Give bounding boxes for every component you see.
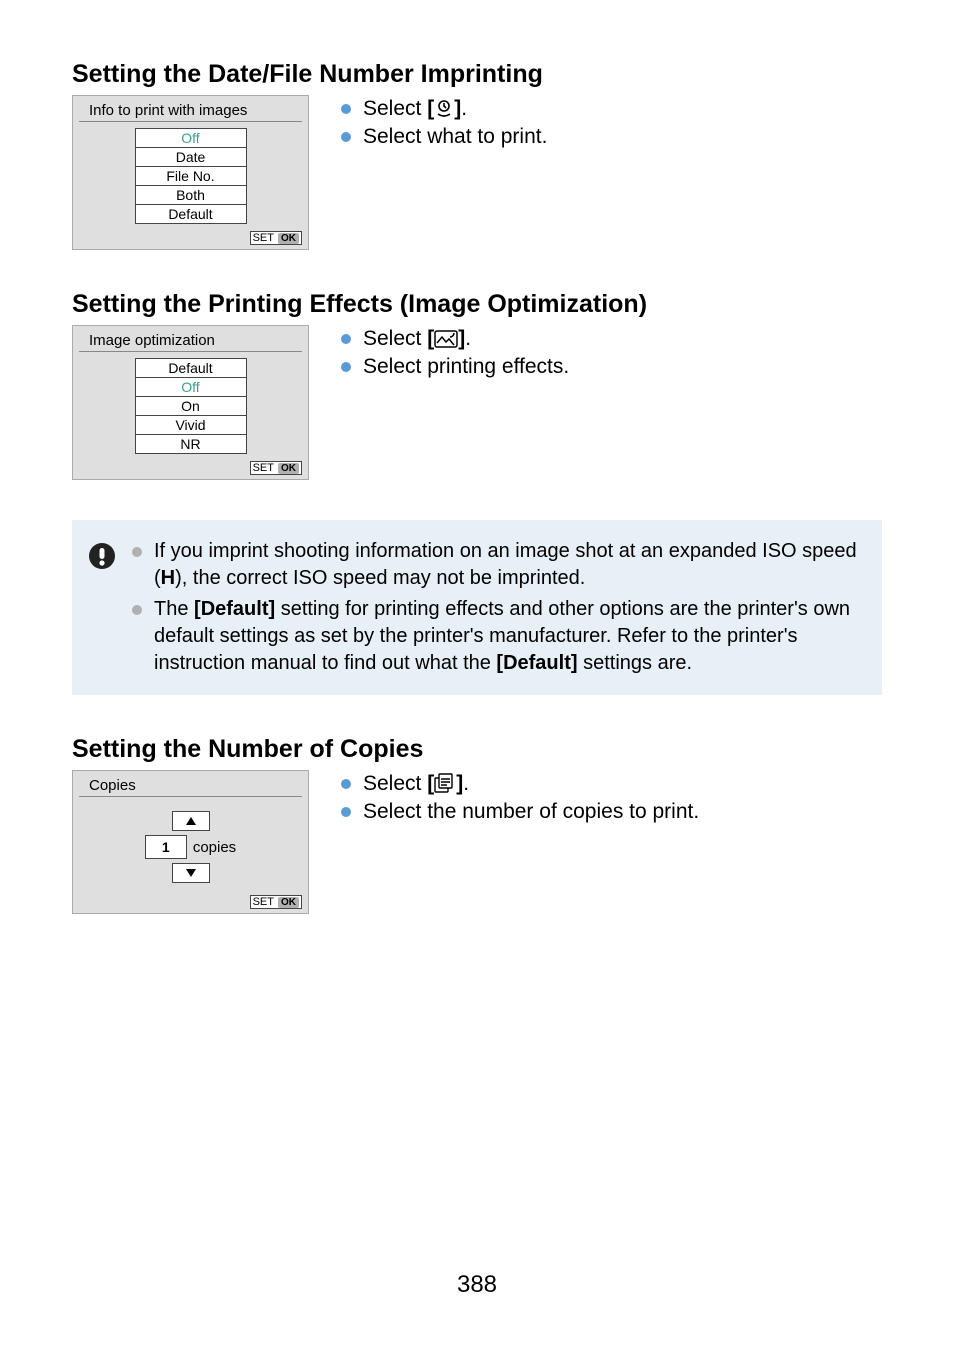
text: . bbox=[465, 327, 471, 350]
copies-value: 1 bbox=[145, 835, 187, 859]
section-title: Setting the Printing Effects (Image Opti… bbox=[72, 290, 882, 319]
caution-icon bbox=[88, 542, 116, 570]
section-date-file-number: Setting the Date/File Number Imprinting … bbox=[72, 60, 882, 250]
decrement-button[interactable] bbox=[172, 863, 210, 883]
bullet-icon bbox=[341, 132, 351, 142]
page-number: 388 bbox=[0, 1271, 954, 1299]
instruction-text: Select what to print. bbox=[363, 123, 882, 151]
bullet-icon bbox=[341, 779, 351, 789]
note-box: If you imprint shooting information on a… bbox=[72, 520, 882, 695]
triangle-down-icon bbox=[186, 869, 196, 877]
copies-value-row: 1 copies bbox=[145, 835, 236, 859]
section-printing-effects: Setting the Printing Effects (Image Opti… bbox=[72, 290, 882, 480]
note-text: The [Default] setting for printing effec… bbox=[154, 596, 858, 677]
instruction-line: Select what to print. bbox=[341, 123, 882, 151]
text: Select bbox=[363, 772, 427, 795]
menu-item-vivid[interactable]: Vivid bbox=[135, 415, 247, 435]
ok-label: OK bbox=[278, 463, 299, 474]
text: ), the correct ISO speed may not be impr… bbox=[175, 567, 585, 589]
copies-icon bbox=[434, 773, 456, 793]
menu-item-default[interactable]: Default bbox=[135, 358, 247, 378]
text: . bbox=[461, 97, 467, 120]
section-number-of-copies: Setting the Number of Copies Copies 1 co… bbox=[72, 735, 882, 914]
section-row: Copies 1 copies SET OK bbox=[72, 770, 882, 914]
menu-footer: SET OK bbox=[73, 891, 308, 909]
section-row: Info to print with images Off Date File … bbox=[72, 95, 882, 250]
bullet-icon bbox=[132, 547, 142, 557]
menu-title: Image optimization bbox=[79, 328, 302, 352]
set-ok-button[interactable]: SET OK bbox=[250, 461, 302, 475]
copies-body: 1 copies bbox=[73, 797, 308, 891]
section-title: Setting the Number of Copies bbox=[72, 735, 882, 764]
menu-title: Copies bbox=[79, 773, 302, 797]
text: The bbox=[154, 598, 194, 620]
instructions: Select []. Select what to print. bbox=[341, 95, 882, 152]
menu-footer: SET OK bbox=[73, 457, 308, 475]
instruction-line: Select []. bbox=[341, 770, 882, 798]
text: Select bbox=[363, 97, 427, 120]
bracket: [ bbox=[427, 327, 434, 350]
instruction-line: Select []. bbox=[341, 95, 882, 123]
copies-unit-label: copies bbox=[193, 839, 236, 856]
bullet-icon bbox=[132, 605, 142, 615]
note-text: If you imprint shooting information on a… bbox=[154, 538, 858, 592]
section-title: Setting the Date/File Number Imprinting bbox=[72, 60, 882, 89]
text-bold: [Default] bbox=[496, 652, 577, 674]
menu-copies: Copies 1 copies SET OK bbox=[72, 770, 309, 914]
instruction-text: Select []. bbox=[363, 770, 882, 798]
instructions: Select []. Select the number of copies t… bbox=[341, 770, 882, 827]
menu-image-optimization: Image optimization Default Off On Vivid … bbox=[72, 325, 309, 480]
bracket: [ bbox=[427, 97, 434, 120]
date-imprint-icon bbox=[434, 98, 454, 118]
menu-item-date[interactable]: Date bbox=[135, 147, 247, 167]
triangle-up-icon bbox=[186, 817, 196, 825]
menu-info-to-print: Info to print with images Off Date File … bbox=[72, 95, 309, 250]
ok-label: OK bbox=[278, 233, 299, 244]
set-label: SET bbox=[253, 462, 274, 474]
menu-title: Info to print with images bbox=[79, 98, 302, 122]
menu-item-on[interactable]: On bbox=[135, 396, 247, 416]
bracket: [ bbox=[427, 772, 434, 795]
bullet-icon bbox=[341, 807, 351, 817]
instruction-line: Select the number of copies to print. bbox=[341, 798, 882, 826]
text: . bbox=[463, 772, 469, 795]
menu-items: Default Off On Vivid NR bbox=[73, 358, 308, 457]
ok-label: OK bbox=[278, 897, 299, 908]
section-row: Image optimization Default Off On Vivid … bbox=[72, 325, 882, 480]
menu-footer: SET OK bbox=[73, 227, 308, 245]
bullet-icon bbox=[341, 104, 351, 114]
menu-item-both[interactable]: Both bbox=[135, 185, 247, 205]
instruction-text: Select []. bbox=[363, 325, 882, 353]
instruction-line: Select printing effects. bbox=[341, 353, 882, 381]
instruction-text: Select the number of copies to print. bbox=[363, 798, 882, 826]
menu-item-nr[interactable]: NR bbox=[135, 434, 247, 454]
menu-item-off[interactable]: Off bbox=[135, 128, 247, 148]
instructions: Select []. Select printing effects. bbox=[341, 325, 882, 382]
note-line: If you imprint shooting information on a… bbox=[132, 538, 858, 592]
increment-button[interactable] bbox=[172, 811, 210, 831]
set-ok-button[interactable]: SET OK bbox=[250, 231, 302, 245]
text-bold: [Default] bbox=[194, 598, 275, 620]
text: settings are. bbox=[578, 652, 693, 674]
set-label: SET bbox=[253, 232, 274, 244]
menu-item-off[interactable]: Off bbox=[135, 377, 247, 397]
note-body: If you imprint shooting information on a… bbox=[132, 538, 858, 677]
bullet-icon bbox=[341, 362, 351, 372]
bullet-icon bbox=[341, 334, 351, 344]
text-bold: H bbox=[161, 567, 175, 589]
instruction-text: Select []. bbox=[363, 95, 882, 123]
text: Select bbox=[363, 327, 427, 350]
effects-icon bbox=[434, 330, 458, 348]
menu-item-default[interactable]: Default bbox=[135, 204, 247, 224]
instruction-text: Select printing effects. bbox=[363, 353, 882, 381]
menu-item-file-no[interactable]: File No. bbox=[135, 166, 247, 186]
instruction-line: Select []. bbox=[341, 325, 882, 353]
set-ok-button[interactable]: SET OK bbox=[250, 895, 302, 909]
note-line: The [Default] setting for printing effec… bbox=[132, 596, 858, 677]
menu-items: Off Date File No. Both Default bbox=[73, 128, 308, 227]
set-label: SET bbox=[253, 896, 274, 908]
